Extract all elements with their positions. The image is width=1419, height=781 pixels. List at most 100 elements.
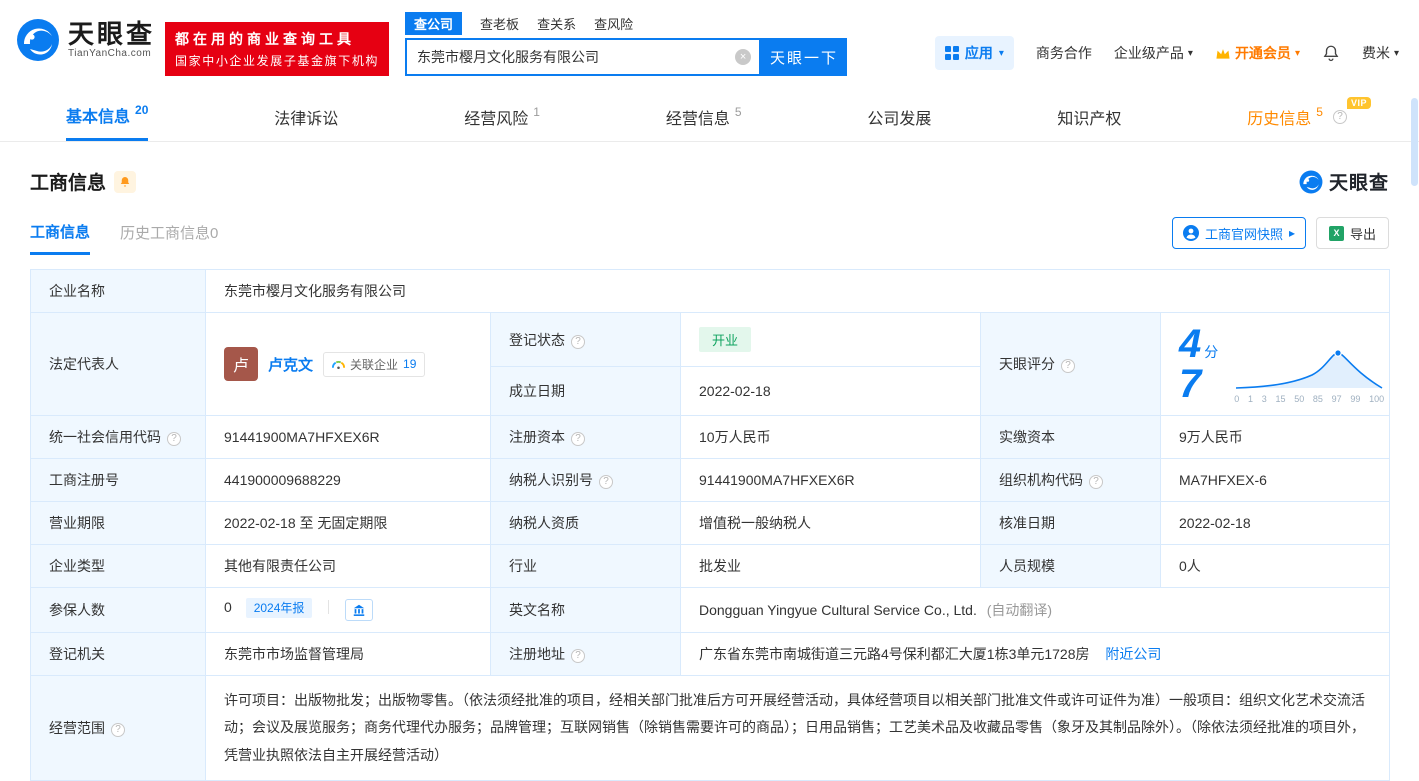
related-companies-count: 19 xyxy=(403,357,416,371)
tab-label: 公司发展 xyxy=(867,105,931,129)
search-area: 查公司 查老板 查关系 查风险 × 天眼一下 xyxy=(405,12,847,76)
field-label-reg-status: 登记状态 xyxy=(491,313,681,367)
apps-grid-icon xyxy=(945,46,959,60)
export-button[interactable]: X 导出 xyxy=(1316,217,1389,249)
tab-business-info[interactable]: 经营信息 5 xyxy=(666,92,742,141)
tab-count: 20 xyxy=(135,103,148,117)
search-tab-relation[interactable]: 查关系 xyxy=(537,14,576,33)
table-row: 企业名称 东莞市樱月文化服务有限公司 xyxy=(31,270,1390,313)
chevron-down-icon: ▾ xyxy=(1188,48,1193,59)
related-companies-badge[interactable]: 关联企业 19 xyxy=(323,352,425,377)
annual-report-source-button[interactable] xyxy=(345,599,373,621)
table-row: 参保人数 0 2024年报 英文名称 Dongguan Yingyue Cult… xyxy=(31,588,1390,633)
membership-label: 开通会员 xyxy=(1235,43,1291,63)
help-icon[interactable] xyxy=(1061,359,1075,373)
watermark-text: 天眼查 xyxy=(1329,168,1389,195)
export-label: 导出 xyxy=(1350,224,1376,243)
notifications-button[interactable] xyxy=(1322,44,1340,62)
field-value-industry: 批发业 xyxy=(681,545,981,588)
field-label-reg-authority: 登记机关 xyxy=(31,633,206,676)
help-icon[interactable] xyxy=(111,723,125,737)
tab-count: 5 xyxy=(1316,105,1323,119)
tab-company-development[interactable]: 公司发展 xyxy=(867,92,931,141)
field-value-staff-size: 0人 xyxy=(1161,545,1390,588)
field-label-reg-number: 工商注册号 xyxy=(31,459,206,502)
help-icon[interactable] xyxy=(571,649,585,663)
search-tab-company[interactable]: 查公司 xyxy=(405,12,462,35)
help-icon[interactable] xyxy=(1333,110,1347,124)
subtab-history-registration[interactable]: 历史工商信息0 xyxy=(120,222,218,255)
field-label-insured-count: 参保人数 xyxy=(31,588,206,633)
table-row: 登记机关 东莞市市场监督管理局 注册地址 广东省东莞市南城街道三元路4号保利都汇… xyxy=(31,633,1390,676)
tab-label: 历史信息 xyxy=(1247,105,1311,129)
tab-intellectual-property[interactable]: 知识产权 xyxy=(1057,92,1121,141)
subsection-row: 工商信息 历史工商信息0 工商官网快照 ▸ X 导出 xyxy=(0,217,1419,255)
tab-legal-proceedings[interactable]: 法律诉讼 xyxy=(274,92,338,141)
nearby-companies-link[interactable]: 附近公司 xyxy=(1105,646,1161,662)
crown-icon xyxy=(1215,47,1231,60)
field-value-reg-authority: 东莞市市场监督管理局 xyxy=(206,633,491,676)
tab-operating-risk[interactable]: 经营风险 1 xyxy=(464,92,540,141)
official-snapshot-button[interactable]: 工商官网快照 ▸ xyxy=(1172,217,1306,249)
chevron-down-icon: ▾ xyxy=(1394,48,1399,59)
user-menu[interactable]: 费米 ▾ xyxy=(1362,43,1399,63)
field-value-insured-count: 0 2024年报 xyxy=(206,588,491,633)
help-icon[interactable] xyxy=(599,475,613,489)
field-label-company-type: 企业类型 xyxy=(31,545,206,588)
avatar[interactable]: 卢 xyxy=(224,347,258,381)
status-badge: 开业 xyxy=(699,327,751,352)
tab-label: 经营风险 xyxy=(464,105,528,129)
enterprise-products-menu[interactable]: 企业级产品 ▾ xyxy=(1114,43,1193,63)
search-tab-risk[interactable]: 查风险 xyxy=(594,14,633,33)
monitor-bell-button[interactable] xyxy=(114,171,136,193)
insured-count: 0 xyxy=(224,599,232,615)
apps-menu[interactable]: 应用 ▾ xyxy=(935,36,1014,70)
tab-history-info[interactable]: 历史信息 5 VIP xyxy=(1247,92,1353,141)
field-label-reg-address: 注册地址 xyxy=(491,633,681,676)
business-registration-table: 企业名称 东莞市樱月文化服务有限公司 法定代表人 卢 卢克文 关联企业 19 xyxy=(30,269,1390,781)
help-icon[interactable] xyxy=(167,432,181,446)
related-companies-label: 关联企业 xyxy=(350,356,398,373)
help-icon[interactable] xyxy=(1089,475,1103,489)
vip-badge: VIP xyxy=(1347,97,1371,109)
scrollbar-thumb[interactable] xyxy=(1411,98,1418,186)
tab-label: 知识产权 xyxy=(1057,105,1121,129)
field-value-company-type: 其他有限责任公司 xyxy=(206,545,491,588)
open-membership-menu[interactable]: 开通会员 ▾ xyxy=(1215,43,1300,63)
field-value-business-scope: 许可项目：出版物批发；出版物零售。（依法须经批准的项目，经相关部门批准后方可开展… xyxy=(206,676,1390,781)
search-button[interactable]: 天眼一下 xyxy=(761,38,847,76)
clear-icon[interactable]: × xyxy=(735,49,751,65)
chevron-down-icon: ▾ xyxy=(1295,48,1300,59)
field-label-english-name: 英文名称 xyxy=(491,588,681,633)
arrow-right-icon: ▸ xyxy=(1289,226,1295,240)
field-label-company-name: 企业名称 xyxy=(31,270,206,313)
field-label-score: 天眼评分 xyxy=(981,313,1161,416)
bell-icon xyxy=(119,176,131,188)
tianyancha-logo[interactable]: 天眼查 TianYanCha.com xyxy=(16,18,155,62)
enterprise-products-label: 企业级产品 xyxy=(1114,43,1184,63)
chevron-down-icon: ▾ xyxy=(999,48,1004,59)
field-label-staff-size: 人员规模 xyxy=(981,545,1161,588)
help-icon[interactable] xyxy=(571,432,585,446)
table-row: 企业类型 其他有限责任公司 行业 批发业 人员规模 0人 xyxy=(31,545,1390,588)
tab-label: 基本信息 xyxy=(66,103,130,127)
header-nav: 应用 ▾ 商务合作 企业级产品 ▾ 开通会员 ▾ 费米 ▾ xyxy=(935,36,1399,70)
snapshot-label: 工商官网快照 xyxy=(1205,224,1283,243)
section-header: 工商信息 天眼查 xyxy=(0,168,1419,195)
reg-address: 广东省东莞市南城街道三元路4号保利都汇大厦1栋3单元1728房 xyxy=(699,646,1090,662)
legal-rep-name-link[interactable]: 卢克文 xyxy=(268,354,313,375)
help-icon[interactable] xyxy=(571,335,585,349)
search-type-tabs: 查公司 查老板 查关系 查风险 xyxy=(405,12,847,34)
business-cooperation-link[interactable]: 商务合作 xyxy=(1036,43,1092,63)
search-tab-boss[interactable]: 查老板 xyxy=(480,14,519,33)
field-label-business-term: 营业期限 xyxy=(31,502,206,545)
subtab-business-registration[interactable]: 工商信息 xyxy=(30,221,90,255)
english-name: Dongguan Yingyue Cultural Service Co., L… xyxy=(699,602,977,618)
watermark-logo: 天眼查 xyxy=(1299,168,1389,195)
field-value-reg-number: 441900009688229 xyxy=(206,459,491,502)
annual-report-badge[interactable]: 2024年报 xyxy=(246,598,313,618)
table-row: 营业期限 2022-02-18 至 无固定期限 纳税人资质 增值税一般纳税人 核… xyxy=(31,502,1390,545)
search-input[interactable] xyxy=(405,38,761,76)
tab-basic-info[interactable]: 基本信息 20 xyxy=(66,92,148,141)
field-value-approval-date: 2022-02-18 xyxy=(1161,502,1390,545)
